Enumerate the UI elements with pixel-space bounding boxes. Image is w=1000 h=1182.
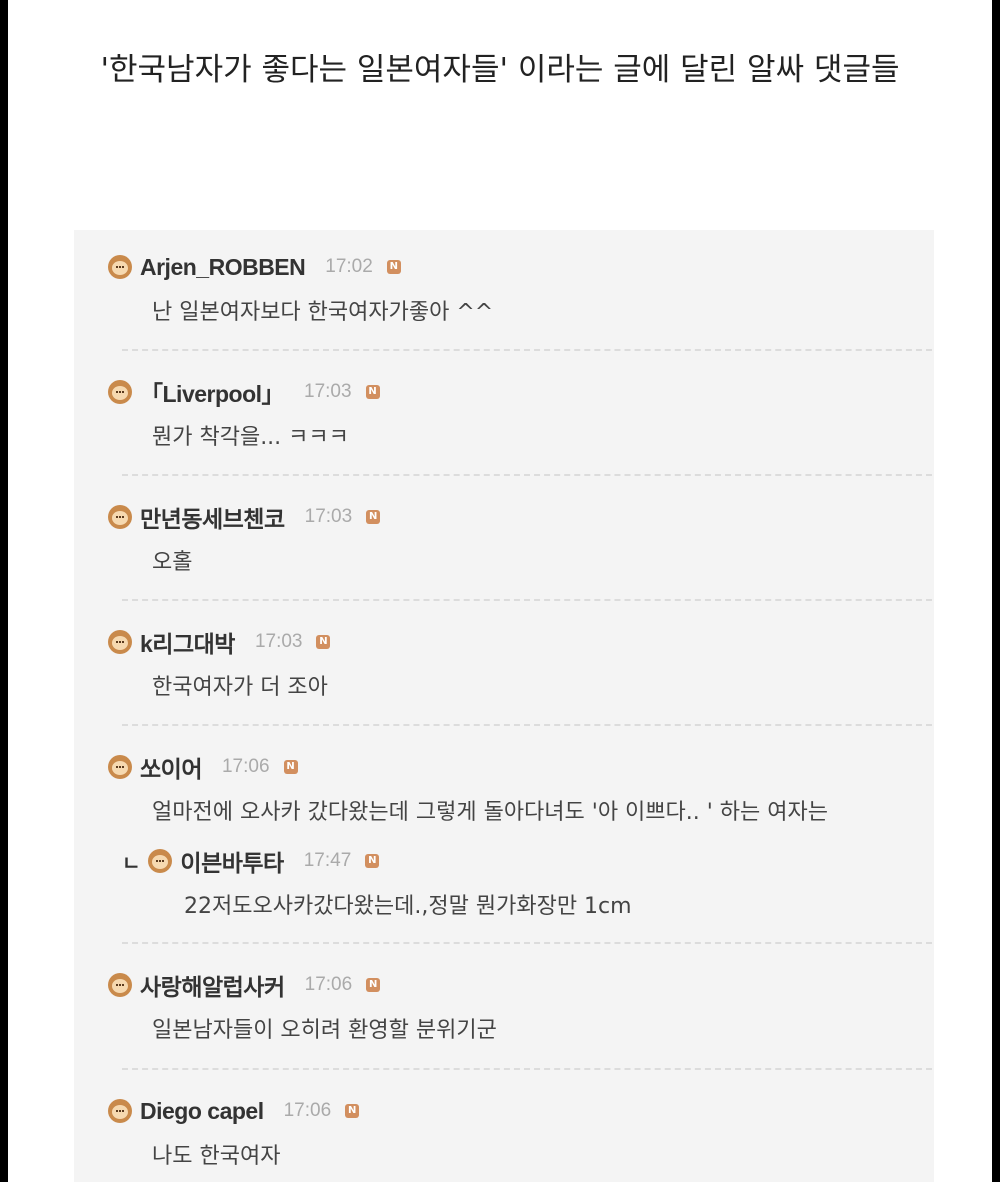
- avatar-icon: [108, 1099, 132, 1123]
- comment-header: Arjen_ROBBEN 17:02 N: [108, 252, 401, 282]
- comment-author[interactable]: 이븐바투타: [180, 844, 284, 878]
- comment-author[interactable]: 쏘이어: [140, 750, 202, 784]
- divider: [122, 942, 932, 944]
- comment-time: 17:06: [283, 1100, 332, 1121]
- comment-header: 쏘이어 17:06 N: [108, 752, 298, 782]
- avatar-icon: [108, 973, 132, 997]
- comment-author[interactable]: Arjen_ROBBEN: [140, 254, 306, 281]
- post-title: '한국남자가 좋다는 일본여자들' 이라는 글에 달린 알싸 댓글들: [100, 52, 900, 88]
- comment-time: 17:03: [304, 506, 353, 527]
- comment-author[interactable]: 만년동세브첸코: [140, 500, 285, 534]
- comment-header: Diego capel 17:06 N: [108, 1096, 360, 1126]
- comment-header: k리그대박 17:03 N: [108, 625, 331, 659]
- page: '한국남자가 좋다는 일본여자들' 이라는 글에 달린 알싸 댓글들 Arjen…: [8, 0, 992, 1182]
- new-badge-icon: N: [283, 760, 298, 774]
- comment-header: 만년동세브첸코 17:03 N: [108, 500, 381, 534]
- comment-author[interactable]: k리그대박: [140, 625, 235, 659]
- avatar-icon: [108, 380, 132, 404]
- reply-arrow-icon: ㄴ: [122, 850, 141, 875]
- new-badge-icon: N: [316, 635, 331, 649]
- comment-time: 17:03: [254, 631, 303, 652]
- new-badge-icon: N: [386, 260, 401, 274]
- comment-header: 「Liverpool」 17:03 N: [108, 377, 380, 407]
- avatar-icon: [108, 630, 132, 654]
- new-badge-icon: N: [366, 978, 381, 992]
- new-badge-icon: N: [365, 854, 380, 868]
- avatar-icon: [108, 505, 132, 529]
- comment-text: 나도 한국여자: [152, 1144, 281, 1169]
- comment-header: 사랑해알럽사커 17:06 N: [108, 968, 381, 1002]
- comment-time: 17:47: [303, 850, 352, 871]
- new-badge-icon: N: [366, 510, 381, 524]
- comment-header: ㄴ 이븐바투타 17:47 N: [122, 844, 380, 878]
- comment-time: 17:03: [304, 381, 352, 402]
- avatar-icon: [108, 255, 132, 279]
- comment-text: 일본남자들이 오히려 환영할 분위기군: [152, 1018, 497, 1043]
- divider: [122, 724, 932, 726]
- divider: [122, 599, 932, 601]
- new-badge-icon: N: [365, 385, 380, 399]
- comment-author[interactable]: Diego capel: [140, 1098, 264, 1125]
- comment-time: 17:02: [325, 256, 373, 277]
- comment-time: 17:06: [304, 974, 353, 995]
- comment-author[interactable]: 사랑해알럽사커: [140, 968, 285, 1002]
- comment-text: 한국여자가 더 조아: [152, 675, 328, 700]
- comment-text: 난 일본여자보다 한국여자가좋아 ^^: [152, 300, 494, 325]
- comment-time: 17:06: [221, 756, 270, 777]
- new-badge-icon: N: [345, 1104, 360, 1118]
- avatar-icon: [108, 755, 132, 779]
- comment-author[interactable]: 「Liverpool」: [140, 375, 285, 409]
- comment-text: 뭔가 착각을... ㅋㅋㅋ: [152, 425, 349, 450]
- divider: [122, 474, 932, 476]
- avatar-icon: [148, 849, 173, 873]
- comment-text: 오홀: [152, 550, 193, 575]
- divider: [122, 349, 932, 351]
- comment-list: Arjen_ROBBEN 17:02 N 난 일본여자보다 한국여자가좋아 ^^…: [74, 230, 934, 1182]
- comment-text: 얼마전에 오사카 갔다왔는데 그렇게 돌아다녀도 '아 이쁘다.. ' 하는 여…: [152, 800, 828, 825]
- comment-text: 22저도오사카갔다왔는데.,정말 뭔가화장만 1cm: [184, 894, 632, 919]
- divider: [122, 1068, 932, 1070]
